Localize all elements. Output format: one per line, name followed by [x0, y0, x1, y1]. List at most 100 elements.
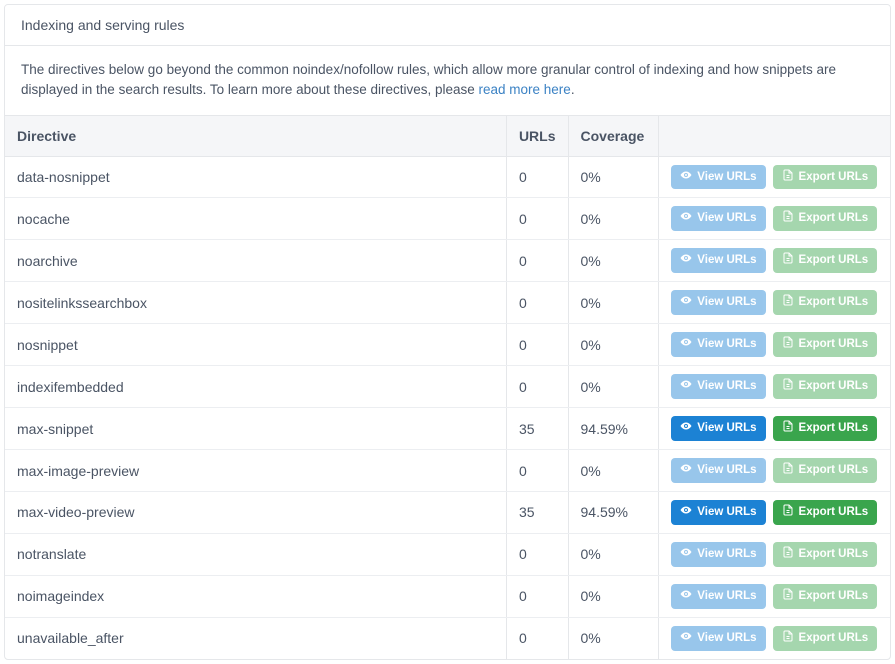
cell-actions: View URLs Export URLs — [658, 408, 890, 450]
table-row: max-video-preview3594.59%View URLsExport… — [5, 492, 890, 534]
view-urls-button: View URLs — [671, 374, 765, 399]
view-urls-button: View URLs — [671, 165, 765, 190]
cell-coverage: 94.59% — [568, 408, 658, 450]
cell-coverage: 0% — [568, 156, 658, 198]
cell-coverage: 0% — [568, 240, 658, 282]
cell-directive: nositelinkssearchbox — [5, 282, 506, 324]
col-header-coverage: Coverage — [568, 115, 658, 156]
view-urls-label: View URLs — [697, 589, 756, 604]
table-row: data-nosnippet00%View URLsExport URLs — [5, 156, 890, 198]
cell-urls: 0 — [506, 617, 568, 658]
table-row: notranslate00%View URLsExport URLs — [5, 533, 890, 575]
cell-coverage: 0% — [568, 198, 658, 240]
cell-actions: View URLs Export URLs — [658, 198, 890, 240]
table-row: noimageindex00% View URLs Export URLs — [5, 575, 890, 617]
eye-icon — [680, 210, 692, 227]
view-urls-button: View URLs — [671, 332, 765, 357]
view-urls-label: View URLs — [697, 421, 756, 436]
file-icon — [782, 252, 794, 269]
export-urls-label: Export URLs — [799, 211, 869, 226]
eye-icon — [680, 420, 692, 437]
read-more-link[interactable]: read more here — [479, 82, 571, 97]
cell-actions: View URLs Export URLs — [658, 240, 890, 282]
cell-actions: View URLs Export URLs — [658, 533, 890, 575]
cell-coverage: 0% — [568, 575, 658, 617]
cell-actions: View URLs Export URLs — [658, 575, 890, 617]
file-icon — [782, 294, 794, 311]
view-urls-label: View URLs — [697, 631, 756, 646]
view-urls-label: View URLs — [697, 337, 756, 352]
cell-coverage: 94.59% — [568, 492, 658, 534]
cell-urls: 0 — [506, 240, 568, 282]
cell-coverage: 0% — [568, 324, 658, 366]
export-urls-button: Export URLs — [773, 206, 878, 231]
export-urls-button: Export URLs — [773, 584, 878, 609]
table-row: indexifembedded00% View URLs Export URLs — [5, 366, 890, 408]
cell-coverage: 0% — [568, 282, 658, 324]
export-urls-button[interactable]: Export URLs — [773, 500, 878, 525]
col-header-actions — [658, 115, 890, 156]
table-row: nocache00%View URLsExport URLs — [5, 198, 890, 240]
table-row: noarchive00%View URLsExport URLs — [5, 240, 890, 282]
cell-coverage: 0% — [568, 366, 658, 408]
cell-actions: View URLs Export URLs — [658, 366, 890, 408]
file-icon — [782, 420, 794, 437]
cell-directive: max-image-preview — [5, 450, 506, 492]
cell-directive: nosnippet — [5, 324, 506, 366]
file-icon — [782, 462, 794, 479]
export-urls-button: Export URLs — [773, 374, 878, 399]
view-urls-button[interactable]: View URLs — [671, 416, 765, 441]
cell-coverage: 0% — [568, 533, 658, 575]
cell-directive: nocache — [5, 198, 506, 240]
eye-icon — [680, 294, 692, 311]
cell-urls: 0 — [506, 575, 568, 617]
export-urls-button[interactable]: Export URLs — [773, 416, 878, 441]
table-row: unavailable_after00%View URLsExport URLs — [5, 617, 890, 658]
view-urls-button: View URLs — [671, 206, 765, 231]
file-icon — [782, 169, 794, 186]
cell-urls: 35 — [506, 492, 568, 534]
col-header-directive: Directive — [5, 115, 506, 156]
eye-icon — [680, 504, 692, 521]
cell-urls: 0 — [506, 366, 568, 408]
cell-actions: View URLsExport URLs — [658, 617, 890, 658]
view-urls-label: View URLs — [697, 547, 756, 562]
export-urls-label: Export URLs — [799, 295, 869, 310]
eye-icon — [680, 546, 692, 563]
view-urls-button[interactable]: View URLs — [671, 500, 765, 525]
panel-title: Indexing and serving rules — [5, 5, 890, 46]
export-urls-button: Export URLs — [773, 248, 878, 273]
eye-icon — [680, 630, 692, 647]
export-urls-button: Export URLs — [773, 458, 878, 483]
file-icon — [782, 504, 794, 521]
table-row: max-image-preview00%View URLsExport URLs — [5, 450, 890, 492]
view-urls-button: View URLs — [671, 626, 765, 651]
cell-urls: 0 — [506, 533, 568, 575]
cell-directive: unavailable_after — [5, 617, 506, 658]
view-urls-label: View URLs — [697, 379, 756, 394]
cell-directive: indexifembedded — [5, 366, 506, 408]
panel-description: The directives below go beyond the commo… — [5, 46, 890, 115]
file-icon — [782, 378, 794, 395]
cell-directive: max-snippet — [5, 408, 506, 450]
desc-text-before: The directives below go beyond the commo… — [21, 62, 836, 97]
cell-urls: 0 — [506, 324, 568, 366]
file-icon — [782, 336, 794, 353]
export-urls-label: Export URLs — [799, 589, 869, 604]
cell-directive: noimageindex — [5, 575, 506, 617]
export-urls-label: Export URLs — [799, 547, 869, 562]
export-urls-button: Export URLs — [773, 290, 878, 315]
export-urls-label: Export URLs — [799, 505, 869, 520]
file-icon — [782, 546, 794, 563]
cell-urls: 0 — [506, 450, 568, 492]
cell-actions: View URLs Export URLs — [658, 492, 890, 534]
eye-icon — [680, 169, 692, 186]
indexing-rules-panel: Indexing and serving rules The directive… — [4, 4, 891, 660]
eye-icon — [680, 588, 692, 605]
export-urls-button: Export URLs — [773, 542, 878, 567]
cell-urls: 0 — [506, 282, 568, 324]
view-urls-label: View URLs — [697, 253, 756, 268]
view-urls-label: View URLs — [697, 211, 756, 226]
file-icon — [782, 210, 794, 227]
table-row: nositelinkssearchbox00%View URLsExport U… — [5, 282, 890, 324]
